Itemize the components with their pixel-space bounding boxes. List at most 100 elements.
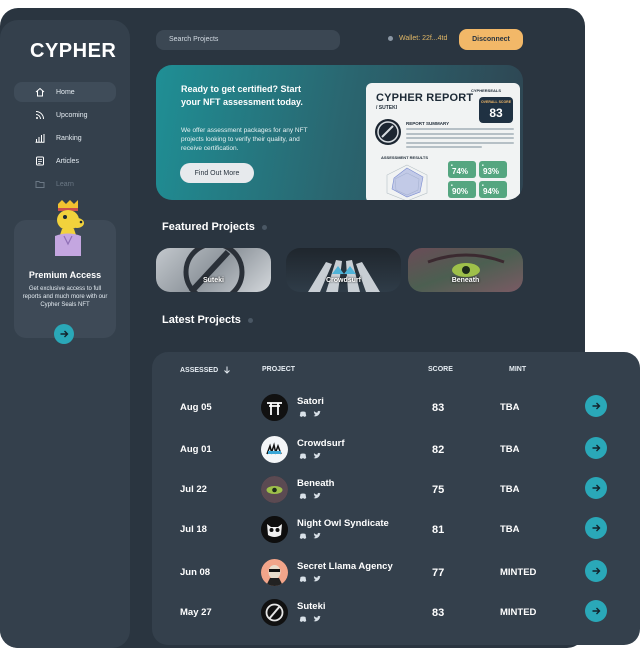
discord-icon[interactable]: [299, 532, 307, 540]
project-socials: [299, 532, 327, 540]
sidebar-item-upcoming[interactable]: Upcoming: [14, 105, 116, 125]
discord-icon[interactable]: [299, 410, 307, 418]
wallet-status: Wallet: 22f...4td: [388, 35, 447, 42]
open-project-button[interactable]: [585, 517, 607, 539]
project-socials: [299, 575, 327, 583]
featured-projects-heading: Featured Projects: [162, 221, 267, 233]
project-avatar: [261, 476, 288, 503]
score-cell: ■ 93%: [479, 161, 507, 178]
report-summary-text: [406, 128, 514, 151]
project-score: 77: [432, 567, 445, 579]
twitter-icon[interactable]: [313, 532, 321, 540]
open-project-button[interactable]: [585, 395, 607, 417]
table-row[interactable]: Aug 05 Satori 83 TBA: [152, 388, 640, 428]
arrow-right-icon: [592, 402, 601, 410]
wallet-address: Wallet: 22f...4td: [399, 35, 448, 42]
score-cell-value: 90%: [452, 187, 469, 196]
twitter-icon[interactable]: [313, 492, 321, 500]
premium-description: Get exclusive access to full reports and…: [22, 286, 108, 308]
beneath-artwork: [427, 253, 505, 277]
project-avatar: [261, 516, 288, 543]
project-avatar: [261, 436, 288, 463]
featured-card-crowdsurf[interactable]: Crowdsurf: [286, 248, 401, 292]
search-input[interactable]: Search Projects: [156, 30, 340, 50]
discord-icon[interactable]: [299, 492, 307, 500]
discord-icon[interactable]: [299, 452, 307, 460]
crowdsurf-artwork: [308, 260, 380, 292]
sidebar-item-label: Articles: [56, 157, 79, 165]
project-score: 75: [432, 484, 445, 496]
sidebar-item-ranking[interactable]: Ranking: [14, 128, 116, 148]
table-row[interactable]: Jul 22 Beneath 75 TBA: [152, 470, 640, 510]
score-cell-value: 74%: [452, 167, 469, 176]
mint-status: MINTED: [500, 607, 537, 618]
twitter-icon[interactable]: [313, 575, 321, 583]
logo: CYPHER: [30, 40, 117, 62]
column-label: ASSESSED: [180, 366, 219, 374]
table-row[interactable]: May 27 Suteki 83 MINTED: [152, 593, 640, 633]
column-assessed[interactable]: ASSESSED: [180, 366, 231, 374]
report-logo: CYPHERSEALS: [471, 88, 502, 93]
report-score-grid: ■ 74% ■ 93% ■ 90% ■ 94%: [448, 161, 514, 200]
mascot-illustration: [55, 200, 84, 256]
section-title: Latest Projects: [162, 314, 241, 326]
sort-down-icon: [224, 366, 230, 374]
column-score: SCORE: [428, 366, 453, 373]
sidebar-item-label: Learn: [56, 180, 74, 188]
sidebar-item-home[interactable]: Home: [14, 82, 116, 102]
open-project-button[interactable]: [585, 437, 607, 459]
home-icon: [34, 86, 46, 98]
hero-description: We offer assessment packages for any NFT…: [181, 127, 308, 152]
sidebar-nav: Home Upcoming Ranking Articles Learn: [14, 82, 116, 197]
sidebar: CYPHER Home Upcoming Ranking Articles Le…: [0, 20, 130, 648]
table-row[interactable]: Jun 08 Secret Llama Agency 77 MINTED: [152, 553, 640, 593]
mint-status: TBA: [500, 402, 520, 413]
premium-title: Premium Access: [28, 270, 102, 280]
disconnect-button[interactable]: Disconnect: [459, 29, 523, 50]
project-name: Satori: [297, 396, 324, 407]
twitter-icon[interactable]: [313, 452, 321, 460]
document-icon: [34, 155, 46, 167]
table-row[interactable]: Aug 01 Crowdsurf 82 TBA: [152, 430, 640, 470]
score-cell-value: 94%: [483, 187, 500, 196]
assessed-date: Aug 05: [180, 402, 212, 413]
sidebar-item-articles[interactable]: Articles: [14, 151, 116, 171]
assessed-date: Jun 08: [180, 567, 211, 578]
twitter-icon[interactable]: [313, 615, 321, 623]
discord-icon[interactable]: [299, 615, 307, 623]
assessed-date: Jul 22: [180, 484, 207, 495]
project-avatar: [261, 559, 288, 586]
find-out-more-button[interactable]: Find Out More: [180, 163, 254, 183]
project-name: Crowdsurf: [297, 438, 345, 449]
project-socials: [299, 410, 327, 418]
arrow-right-icon: [592, 444, 601, 452]
open-project-button[interactable]: [585, 477, 607, 499]
radar-chart-icon: [386, 164, 428, 200]
project-socials: [299, 615, 327, 623]
open-project-button[interactable]: [585, 600, 607, 622]
assessed-date: Jul 18: [180, 524, 207, 535]
project-name: Secret Llama Agency: [297, 561, 393, 572]
hero-title: Ready to get certified? Start your NFT a…: [181, 84, 303, 107]
seal-image: [375, 119, 401, 145]
column-project: PROJECT: [262, 366, 296, 373]
project-socials: [299, 492, 327, 500]
report-preview: CYPHERSEALS CYPHER REPORT / SUTEKI OVERA…: [366, 83, 520, 200]
sidebar-item-learn[interactable]: Learn: [14, 174, 116, 194]
featured-card-beneath[interactable]: Beneath: [408, 248, 523, 292]
wallet-status-dot: [388, 36, 393, 41]
featured-card-suteki[interactable]: Suteki: [156, 248, 271, 292]
twitter-icon[interactable]: [313, 410, 321, 418]
mint-status: TBA: [500, 484, 520, 495]
table-row[interactable]: Jul 18 Night Owl Syndicate 81 TBA: [152, 510, 640, 550]
discord-icon[interactable]: [299, 575, 307, 583]
arrow-right-icon: [592, 607, 601, 615]
premium-go-button[interactable]: [54, 324, 74, 344]
premium-card: Premium Access Get exclusive access to f…: [14, 200, 116, 344]
open-project-button[interactable]: [585, 560, 607, 582]
score-cell: ■ 94%: [479, 181, 507, 198]
arrow-right-icon: [592, 484, 601, 492]
mint-status: MINTED: [500, 567, 537, 578]
sidebar-item-label: Upcoming: [56, 111, 88, 119]
project-name: Suteki: [297, 601, 326, 612]
